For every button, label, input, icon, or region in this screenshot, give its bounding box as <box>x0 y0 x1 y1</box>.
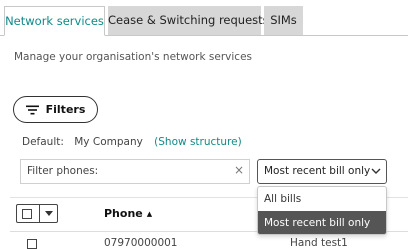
select-all-checkbox[interactable] <box>22 209 32 219</box>
page-subtitle: Manage your organisation's network servi… <box>14 51 252 63</box>
sort-ascending-icon: ▲ <box>146 210 153 218</box>
company-name: My Company <box>74 136 143 148</box>
filters-button-label: Filters <box>45 103 86 116</box>
clear-icon[interactable]: × <box>234 164 244 176</box>
tab-label: Cease & Switching requests <box>108 13 269 27</box>
tab-cease-switching-requests[interactable]: Cease & Switching requests <box>108 6 269 35</box>
caret-down-icon[interactable] <box>45 211 53 217</box>
filters-button[interactable]: Filters <box>13 96 98 123</box>
column-header-phone-label: Phone <box>104 207 143 220</box>
tab-label: Network services <box>5 14 104 28</box>
chevron-down-icon <box>371 168 381 174</box>
bill-period-value: Most recent bill only <box>264 165 371 177</box>
column-header-phone[interactable]: Phone ▲ <box>104 207 152 220</box>
tab-label: SIMs <box>270 13 297 27</box>
tab-bar: Network services Cease & Switching reque… <box>0 0 408 36</box>
filter-phones-placeholder: Filter phones: <box>27 165 99 177</box>
select-all-divider <box>39 205 40 222</box>
select-all-dropdown[interactable] <box>16 204 58 223</box>
default-structure-row: Default: My Company (Show structure) <box>22 136 242 148</box>
bill-period-dropdown: All bills Most recent bill only <box>257 186 387 235</box>
tab-sims[interactable]: SIMs <box>264 6 303 35</box>
row-name: Hand test1 <box>290 237 348 249</box>
default-label: Default: <box>22 136 64 148</box>
filter-lines-icon <box>25 105 39 114</box>
option-most-recent-bill-only[interactable]: Most recent bill only <box>258 211 386 234</box>
option-all-bills[interactable]: All bills <box>258 187 386 211</box>
tab-network-services[interactable]: Network services <box>4 6 105 36</box>
filter-phones-input[interactable]: Filter phones: <box>20 159 250 184</box>
bill-period-select[interactable]: Most recent bill only <box>257 159 387 184</box>
row-phone-number[interactable]: 07970000001 <box>104 237 178 249</box>
show-structure-link[interactable]: (Show structure) <box>154 136 242 148</box>
row-checkbox[interactable] <box>27 239 37 249</box>
